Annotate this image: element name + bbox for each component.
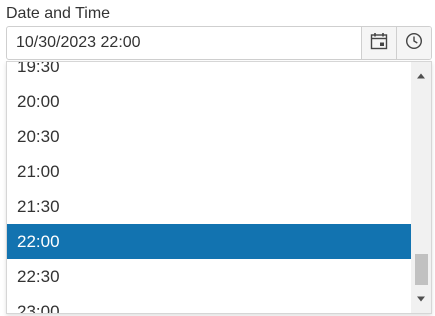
time-option[interactable]: 22:30 <box>7 259 411 294</box>
field-label: Date and Time <box>6 5 111 22</box>
clock-button[interactable] <box>396 27 431 59</box>
time-option[interactable]: 19:30 <box>7 62 411 84</box>
time-dropdown: 19:30 20:00 20:30 21:00 21:30 22:00 22:3… <box>6 61 432 314</box>
calendar-icon <box>370 32 388 55</box>
time-option[interactable]: 20:00 <box>7 84 411 119</box>
clock-icon <box>405 32 423 55</box>
caret-up-icon <box>416 67 426 85</box>
time-option-selected[interactable]: 22:00 <box>7 224 411 259</box>
scroll-down-button[interactable] <box>411 289 431 309</box>
time-list: 19:30 20:00 20:30 21:00 21:30 22:00 22:3… <box>7 62 411 313</box>
time-option[interactable]: 21:00 <box>7 154 411 189</box>
datetime-picker-widget: Date and Time 10/30/2023 22:00 19:30 20:… <box>0 0 435 316</box>
caret-down-icon <box>416 290 426 308</box>
scroll-thumb[interactable] <box>415 254 428 285</box>
time-option[interactable]: 20:30 <box>7 119 411 154</box>
scroll-up-button[interactable] <box>411 66 431 86</box>
datetime-input[interactable] <box>7 27 361 59</box>
time-option[interactable]: 21:30 <box>7 189 411 224</box>
vertical-scrollbar[interactable] <box>411 62 431 313</box>
calendar-button[interactable] <box>361 27 396 59</box>
datetime-picker <box>6 26 432 60</box>
time-option[interactable]: 23:00 <box>7 294 411 313</box>
